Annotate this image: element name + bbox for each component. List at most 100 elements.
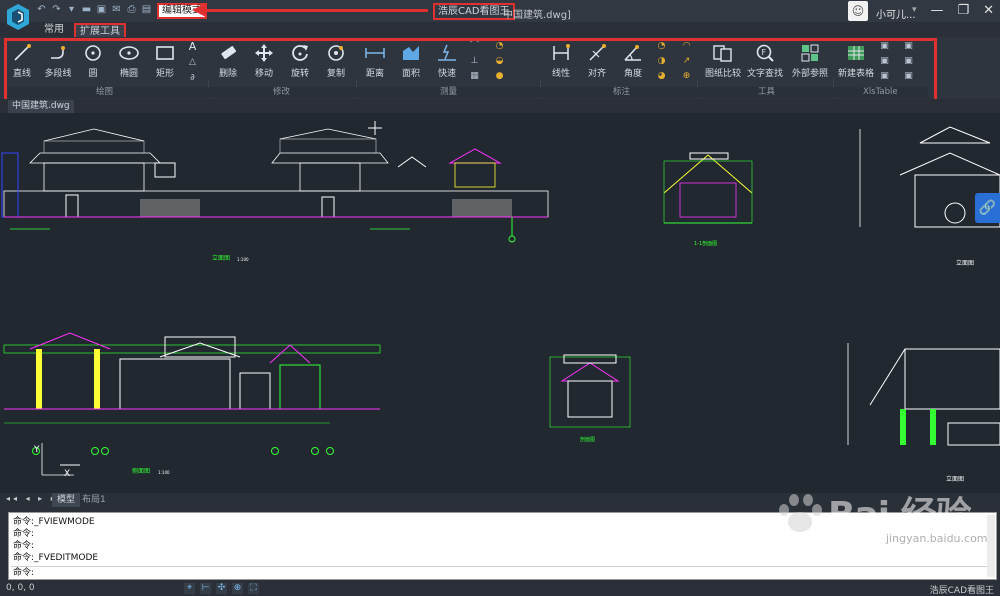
osnap-icon[interactable]: ⊕ [232, 583, 243, 594]
label-section-1: 1-1剖面图 [694, 240, 717, 247]
polyline-icon [51, 46, 65, 59]
measure-table-icon[interactable]: ▦ [469, 71, 480, 82]
drawing-canvas[interactable]: 立面图 1:100 1-1剖面图 立面图 侧面图 1:100 X Y 剖面图 立… [0, 113, 1000, 493]
ribbon-tabs: 常用 扩展工具 [0, 22, 1000, 40]
group-label-draw: 绘图 [96, 87, 114, 97]
move-icon [255, 44, 273, 62]
polyline-tool[interactable]: 多段线 [40, 42, 76, 79]
find-text-tool[interactable]: F 文字查找 [745, 42, 785, 79]
point-icon[interactable]: ● [494, 71, 505, 82]
xref-tool[interactable]: 外部参照 [790, 42, 830, 79]
group-label-modify: 修改 [273, 87, 291, 97]
mail-icon[interactable]: ✉ [111, 4, 122, 15]
restore-button[interactable]: ❐ [957, 3, 969, 18]
ellipse-icon [119, 46, 139, 60]
table-refresh-icon[interactable]: ▣ [903, 71, 914, 82]
rotate-tool[interactable]: 旋转 [282, 42, 318, 79]
user-name[interactable]: 小可儿... [876, 6, 916, 21]
elevation-bottom-right: 立面图 [847, 343, 1000, 483]
rectangle-icon [156, 46, 174, 60]
aligned-dimension-icon [589, 44, 606, 61]
table-split-icon[interactable]: ▣ [903, 56, 914, 67]
diameter-dim-icon[interactable]: ◑ [656, 56, 667, 67]
table-export-icon[interactable]: ▣ [879, 56, 890, 67]
tab-common[interactable]: 常用 [44, 23, 64, 36]
compare-icon [713, 45, 732, 62]
delete-tool[interactable]: 删除 [210, 42, 246, 79]
distance-tool[interactable]: 距离 [357, 42, 393, 79]
print-icon[interactable]: ⎙ [126, 4, 137, 15]
new-table-tool[interactable]: 新建表格 [836, 42, 876, 79]
window-controls: — ❐ ✕ [930, 3, 994, 18]
export-icon[interactable]: ▤ [141, 4, 152, 15]
move-tool[interactable]: 移动 [246, 42, 282, 79]
status-toggle-group: ⌖ ⊢ ✣ ⊕ ⛶ [184, 583, 259, 594]
label-scale-1: 1:100 [237, 257, 249, 262]
annotation-arrow [196, 9, 428, 12]
link-icon[interactable]: 🔗 [975, 193, 1000, 223]
command-scrollbar[interactable] [987, 515, 995, 577]
polar-icon[interactable]: ✣ [216, 583, 227, 594]
leader-icon[interactable]: ◠ [681, 41, 692, 52]
chevron-down-icon[interactable]: ▾ [912, 5, 917, 15]
table-import-icon[interactable]: ▣ [879, 41, 890, 52]
undo-icon[interactable]: ↶ [36, 4, 47, 15]
circle-icon [85, 45, 101, 61]
snap-icon[interactable]: ⌖ [184, 583, 195, 594]
table-merge-icon[interactable]: ▣ [903, 41, 914, 52]
minimize-button[interactable]: — [930, 3, 943, 18]
arc-dim-icon[interactable]: ◕ [656, 71, 667, 82]
center-mark-icon[interactable]: ⊕ [681, 71, 692, 82]
compare-drawings-tool[interactable]: 图纸比较 [703, 42, 743, 79]
cad-drawing: 立面图 1:100 1-1剖面图 立面图 侧面图 1:100 X Y 剖面图 立… [1, 121, 1000, 483]
command-line-panel[interactable]: 命令:_FVIEWMODE 命令: 命令: 命令:_FVEDITMODE 命令: [8, 512, 997, 580]
label-section-2: 剖面图 [580, 436, 595, 443]
label-elevation-1: 立面图 [212, 254, 230, 262]
ordinate-dim-icon[interactable]: ↗ [681, 56, 692, 67]
label-side-elevation: 侧面图 [132, 467, 150, 475]
angle-measure-icon[interactable]: ◒ [494, 56, 505, 67]
coordinate-readout: 0, 0, 0 [6, 583, 35, 593]
group-label-measure: 测量 [440, 87, 458, 97]
sketch-icon[interactable]: ∂ [187, 73, 198, 84]
xref-icon [801, 44, 819, 62]
ucs-icon: X Y [33, 443, 74, 479]
document-tab[interactable]: 中国建筑.dwg [8, 100, 74, 113]
rectangle-tool[interactable]: 矩形 [147, 42, 183, 79]
document-tab-bar: 中国建筑.dwg [0, 99, 1000, 113]
circle-tool[interactable]: 圆 [75, 42, 111, 79]
coordinate-icon[interactable]: ◔ [494, 41, 505, 52]
dropdown-icon[interactable]: ▾ [66, 4, 77, 15]
label-elevation-3: 立面图 [956, 259, 974, 267]
fullscreen-icon[interactable]: ⛶ [248, 583, 259, 594]
arc-length-icon[interactable]: ⌒ [469, 41, 480, 52]
ortho-icon[interactable]: ⊢ [200, 583, 211, 594]
command-input[interactable]: 命令: [13, 568, 34, 579]
user-avatar[interactable]: ☺ [848, 1, 868, 21]
table-edit-icon[interactable]: ▣ [879, 71, 890, 82]
copy-tool[interactable]: 复制 [318, 42, 354, 79]
status-brand: 浩辰CAD看图王 [929, 586, 994, 596]
group-label-xlstable: XlsTable [863, 87, 898, 97]
quick-access-toolbar: ↶ ↷ ▾ ▬ ▣ ✉ ⎙ ▤ ⚙ [36, 4, 167, 15]
linear-dim-tool[interactable]: 线性 [543, 42, 579, 79]
save-icon[interactable]: ▣ [96, 4, 107, 15]
angle-dim-tool[interactable]: 角度 [615, 42, 651, 79]
aligned-dim-tool[interactable]: 对齐 [579, 42, 615, 79]
tab-model[interactable]: 模型 [52, 493, 81, 507]
ellipse-tool[interactable]: 椭圆 [111, 42, 147, 79]
elevation-bottom-left: 侧面图 1:100 [3, 332, 381, 475]
line-tool[interactable]: 直线 [4, 42, 40, 79]
cloud-icon[interactable]: △ [187, 57, 198, 68]
svg-text:X: X [64, 469, 70, 479]
tab-layout1[interactable]: 布局1 [77, 493, 111, 507]
redo-icon[interactable]: ↷ [51, 4, 62, 15]
measure-radius-icon[interactable]: ⊥ [469, 56, 480, 67]
radius-dim-icon[interactable]: ◔ [656, 41, 667, 52]
close-button[interactable]: ✕ [983, 3, 994, 18]
open-folder-icon[interactable]: ▬ [81, 4, 92, 15]
text-icon[interactable]: A [187, 41, 198, 52]
quick-measure-tool[interactable]: 快速 [429, 42, 465, 79]
area-tool[interactable]: 面积 [393, 42, 429, 79]
find-text-icon: F [756, 44, 774, 62]
